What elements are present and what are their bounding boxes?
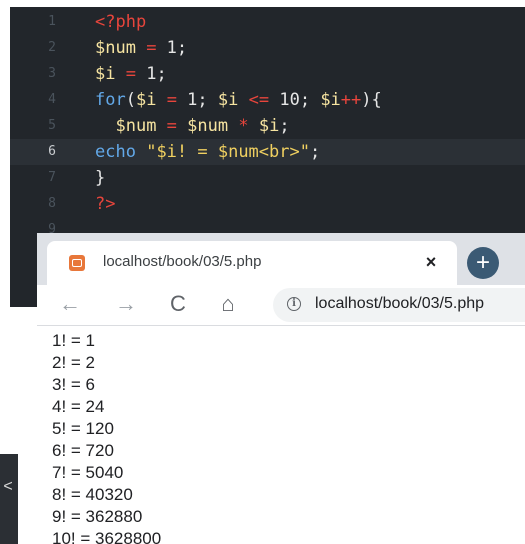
favicon-icon [69,255,85,271]
code-token: <= [238,90,280,110]
code-token: = [115,64,147,84]
code-token: ?> [95,194,116,214]
code-token: ; [176,38,188,58]
output-line: 10! = 3628800 [52,529,162,544]
code-token: ; [299,90,321,110]
code-line[interactable]: 5 $num = $num * $i; [10,113,525,139]
code-token: ( [125,90,136,110]
code-text: ?> [95,191,115,217]
code-token: = [156,90,188,110]
line-number: 6 [48,144,56,159]
output-line: 7! = 5040 [52,463,124,482]
line-number: 5 [48,118,56,133]
code-token: for [95,90,126,110]
code-token: ; [279,116,290,136]
code-token: = [156,116,188,136]
output-line: 2! = 2 [52,353,96,372]
url-text[interactable]: localhost/book/03/5.php [315,295,484,313]
code-token: $i [217,90,239,110]
output-line: 1! = 1 [52,331,96,350]
browser-toolbar: ← → C ⌂ i localhost/book/03/5.php [37,285,525,326]
code-token: $i [258,116,280,136]
tab-title: localhost/book/03/5.php [103,253,262,270]
browser-window: localhost/book/03/5.php × + ← → C ⌂ i lo… [37,233,525,544]
code-token: $num [187,116,229,136]
code-token: ; [156,64,167,84]
code-text: $i = 1; [95,61,167,87]
reload-button[interactable]: C [163,289,193,319]
page-content: 1! = 1 2! = 2 3! = 6 4! = 24 5! = 120 6! = 72… [37,326,525,544]
code-token: "$i! = $num<br>" [146,142,310,162]
line-number: 8 [48,196,56,211]
tab-close-button[interactable]: × [421,251,441,273]
code-text: for($i = 1; $i <= 10; $i++){ [95,87,382,113]
collapse-arrow-icon[interactable]: < [0,474,16,500]
output-line: 8! = 40320 [52,485,133,504]
code-token: } [95,168,106,188]
code-token: 1 [146,64,157,84]
code-token: $num [115,116,157,136]
line-number: 1 [48,14,56,29]
output-line: 3! = 6 [52,375,96,394]
code-token: $i [320,90,341,110]
forward-button[interactable]: → [111,289,141,319]
browser-tab[interactable]: localhost/book/03/5.php × [47,241,457,285]
code-line[interactable]: 4 for($i = 1; $i <= 10; $i++){ [10,87,525,113]
info-icon[interactable]: i [287,297,301,311]
tab-bar: localhost/book/03/5.php × + [37,233,525,285]
code-text: echo "$i! = $num<br>"; [95,139,320,165]
output-line: 5! = 120 [52,419,114,438]
code-token: * [228,116,259,136]
code-line[interactable]: 6 echo "$i! = $num<br>"; [10,139,525,165]
code-token: 10 [279,90,300,110]
output-line: 4! = 24 [52,397,105,416]
code-token: 1 [166,38,177,58]
line-number: 3 [48,66,56,81]
code-line[interactable]: 2 $num = 1; [10,35,525,61]
code-token: echo [95,142,136,162]
output-line: 9! = 362880 [52,507,143,526]
code-text: $num = 1; [95,35,187,61]
code-token: ++ [340,90,362,110]
code-line[interactable]: 3 $i = 1; [10,61,525,87]
line-number: 7 [48,170,56,185]
new-tab-button[interactable]: + [467,247,499,279]
line-number: 4 [48,92,56,107]
code-token: ){ [361,90,382,110]
code-token: $i [135,90,157,110]
back-button[interactable]: ← [55,289,85,319]
code-line[interactable]: 1 <?php [10,9,525,35]
code-token: $num [95,38,136,58]
code-text: } [95,165,105,191]
code-token: 1 [187,90,198,110]
code-token: ; [197,90,218,110]
code-token: <?php [95,12,147,32]
code-token: ; [309,142,321,162]
output-line: 6! = 720 [52,441,114,460]
code-token: $i [95,64,116,84]
code-line[interactable]: 7} [10,165,525,191]
line-number: 2 [48,40,56,55]
code-token: = [135,38,167,58]
code-line[interactable]: 8 ?> [10,191,525,217]
address-bar[interactable]: i localhost/book/03/5.php [273,288,525,322]
home-button[interactable]: ⌂ [213,289,243,319]
code-text: $num = $num * $i; [95,113,290,139]
code-text: <?php [95,9,146,35]
